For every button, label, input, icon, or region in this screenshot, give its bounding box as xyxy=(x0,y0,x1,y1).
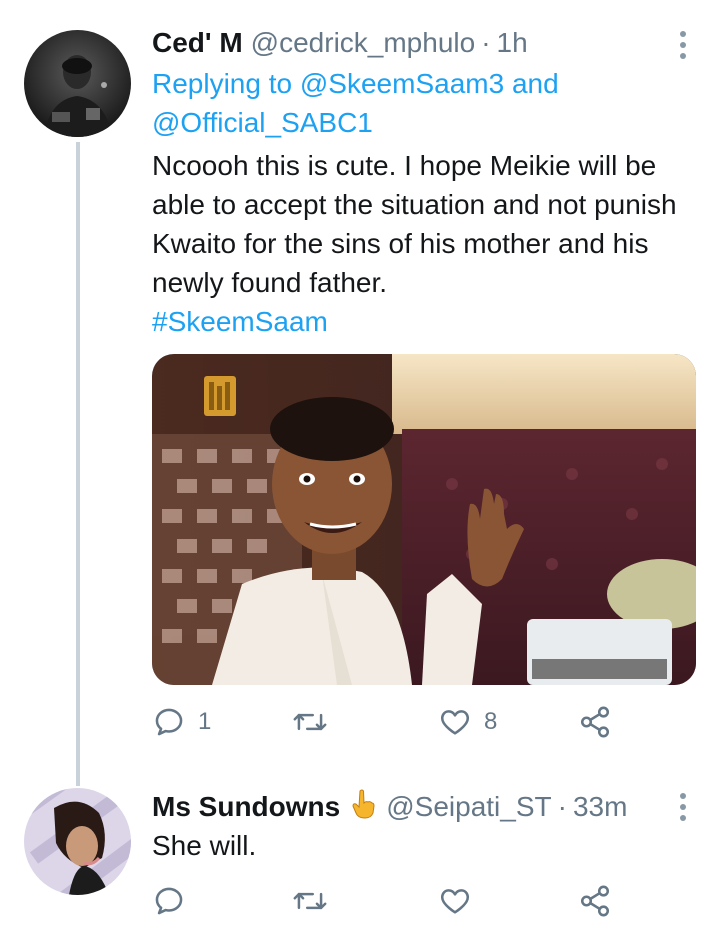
separator: · xyxy=(557,791,567,822)
replying-to-and: and xyxy=(511,68,559,99)
tweet-body: Ncoooh this is cute. I hope Meikie will … xyxy=(152,150,677,298)
reply-button[interactable]: 1 xyxy=(152,705,211,739)
reply-icon xyxy=(155,708,183,736)
separator: · xyxy=(481,27,491,58)
user-handle[interactable]: @cedrick_mphulo xyxy=(251,27,476,59)
retweet-button[interactable] xyxy=(292,884,340,918)
retweet-button[interactable] xyxy=(292,705,340,739)
tweet-body: She will. xyxy=(152,830,257,861)
pointing-hand-emoji xyxy=(350,789,376,826)
mention-link[interactable]: @SkeemSaam3 xyxy=(300,68,504,99)
share-icon xyxy=(580,706,610,738)
retweet-icon xyxy=(293,892,327,910)
tweet-header: Ms Sundowns @Seipati_ST · 33m xyxy=(152,788,627,826)
like-button[interactable] xyxy=(438,884,484,918)
like-count: 8 xyxy=(484,708,498,735)
heart-icon xyxy=(441,710,469,735)
display-name[interactable]: Ced' M xyxy=(152,27,243,59)
mention-link[interactable]: @Official_SABC1 xyxy=(152,107,373,138)
tweet-text: Ncoooh this is cute. I hope Meikie will … xyxy=(152,146,702,341)
timestamp[interactable]: 33m xyxy=(573,791,627,823)
reply-count: 1 xyxy=(198,708,212,735)
share-button[interactable] xyxy=(578,884,612,918)
hashtag-link[interactable]: #SkeemSaam xyxy=(152,306,328,337)
display-name[interactable]: Ms Sundowns xyxy=(152,791,340,823)
tweet-header: Ced' M @cedrick_mphulo · 1h xyxy=(152,24,528,62)
share-button[interactable] xyxy=(578,705,612,739)
avatar[interactable] xyxy=(24,30,131,137)
tweet-text: She will. xyxy=(152,826,702,865)
more-vertical-icon[interactable] xyxy=(679,793,687,821)
avatar[interactable] xyxy=(24,788,131,895)
retweet-icon xyxy=(293,713,327,731)
user-handle[interactable]: @Seipati_ST xyxy=(386,791,551,823)
reply-icon xyxy=(155,887,183,915)
reply-button[interactable] xyxy=(152,884,198,918)
timestamp[interactable]: 1h xyxy=(497,27,528,59)
tweet-cedrick[interactable]: Ced' M @cedrick_mphulo · 1h Replying to … xyxy=(0,0,720,770)
tweet-actions: 1 8 xyxy=(152,705,622,745)
tweet-seipati[interactable]: Ms Sundowns @Seipati_ST · 33m She will. xyxy=(0,770,720,935)
tweet-actions xyxy=(152,884,622,924)
replying-to-prefix: Replying to xyxy=(152,68,293,99)
heart-icon xyxy=(441,889,469,914)
share-icon xyxy=(580,885,610,917)
replying-to: Replying to @SkeemSaam3 and @Official_SA… xyxy=(152,64,692,142)
more-vertical-icon[interactable] xyxy=(679,31,687,59)
like-button[interactable]: 8 xyxy=(438,705,497,739)
tweet-media-image[interactable] xyxy=(152,354,696,685)
